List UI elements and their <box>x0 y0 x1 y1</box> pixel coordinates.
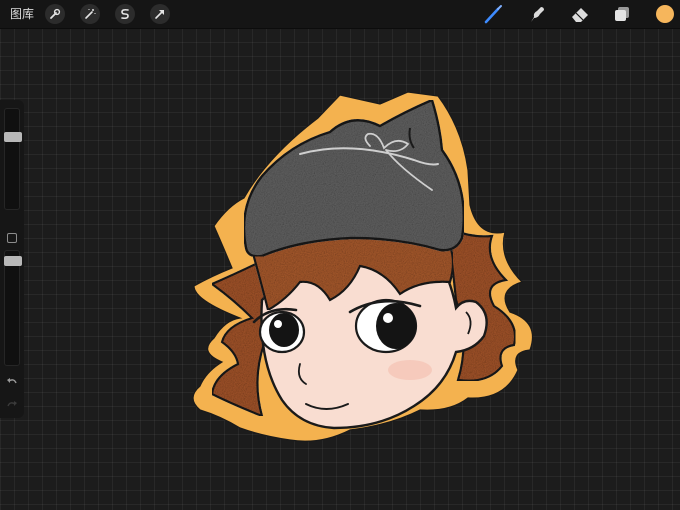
left-eye <box>258 310 306 354</box>
procreate-app: 图库 <box>0 0 680 510</box>
beanie-hat <box>242 98 465 258</box>
right-eye <box>354 298 418 354</box>
artwork-canvas <box>192 91 534 442</box>
character-sticker <box>192 91 534 442</box>
cheek-blush <box>388 360 432 380</box>
